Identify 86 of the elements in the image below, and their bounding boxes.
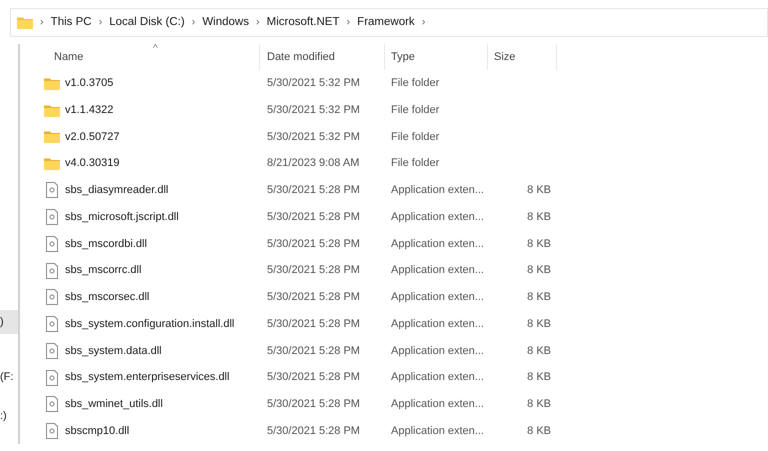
date-modified: 5/30/2021 5:32 PM bbox=[267, 104, 360, 116]
file-name[interactable]: v1.0.3705 bbox=[65, 75, 114, 92]
address-bar[interactable]: › This PC › Local Disk (C:) › Windows › Microsoft.NET › Framework › bbox=[10, 8, 768, 37]
file-name[interactable]: sbs_mscordbi.dll bbox=[65, 236, 147, 252]
chevron-icon: › bbox=[346, 14, 350, 31]
file-size: 8 KB bbox=[527, 371, 551, 384]
file-size: 8 KB bbox=[527, 318, 551, 330]
nav-item[interactable]: :) bbox=[0, 404, 18, 428]
file-size: 8 KB bbox=[527, 210, 551, 223]
breadcrumb-item[interactable]: Windows bbox=[202, 14, 249, 32]
file-size: 8 KB bbox=[527, 291, 551, 304]
date-modified: 5/30/2021 5:32 PM bbox=[267, 130, 360, 143]
file-size: 8 KB bbox=[527, 264, 551, 276]
file-size: 8 KB bbox=[527, 398, 551, 410]
file-name[interactable]: sbs_diasymreader.dll bbox=[65, 182, 168, 199]
breadcrumb-item[interactable]: Microsoft.NET bbox=[266, 14, 340, 32]
file-type: Application exten... bbox=[391, 398, 484, 410]
folder-icon bbox=[44, 157, 60, 170]
file-icon bbox=[46, 182, 58, 198]
file-type: Application exten... bbox=[391, 291, 484, 304]
file-icon bbox=[46, 289, 58, 306]
date-modified: 5/30/2021 5:28 PM bbox=[267, 210, 360, 223]
date-modified: 5/30/2021 5:28 PM bbox=[267, 424, 360, 437]
breadcrumb-item[interactable]: Local Disk (C:) bbox=[109, 14, 185, 32]
chevron-icon: › bbox=[98, 14, 102, 31]
file-size: 8 KB bbox=[527, 424, 551, 437]
file-icon bbox=[46, 370, 58, 386]
folder-icon bbox=[17, 16, 33, 29]
folder-icon bbox=[44, 76, 60, 90]
file-type: Application exten... bbox=[391, 344, 484, 357]
file-name[interactable]: sbs_system.data.dll bbox=[65, 342, 162, 360]
folder-icon bbox=[44, 130, 60, 144]
nav-item[interactable]: (F: bbox=[0, 365, 18, 389]
date-modified: 5/30/2021 5:28 PM bbox=[267, 291, 360, 304]
file-icon bbox=[46, 342, 58, 359]
column-header[interactable]: Size bbox=[488, 44, 557, 70]
file-type: File folder bbox=[391, 130, 440, 143]
file-name[interactable]: sbs_system.configuration.install.dll bbox=[65, 316, 234, 332]
file-size: 8 KB bbox=[527, 238, 551, 250]
file-type: Application exten... bbox=[391, 238, 484, 250]
file-type: Application exten... bbox=[391, 318, 484, 330]
breadcrumb-item[interactable]: Framework bbox=[357, 14, 415, 32]
file-name[interactable]: sbs_wminet_utils.dll bbox=[65, 396, 163, 413]
file-icon bbox=[46, 262, 58, 279]
file-size: 8 KB bbox=[527, 184, 551, 196]
file-icon bbox=[46, 209, 58, 226]
file-name[interactable]: sbs_microsoft.jscript.dll bbox=[65, 208, 179, 226]
file-icon bbox=[46, 316, 58, 332]
file-type: File folder bbox=[391, 104, 440, 116]
date-modified: 5/30/2021 5:32 PM bbox=[267, 77, 360, 90]
file-name[interactable]: sbscmp10.dll bbox=[65, 422, 130, 440]
column-header[interactable]: Date modified bbox=[260, 44, 385, 70]
file-name[interactable]: v1.1.4322 bbox=[65, 102, 114, 118]
file-size: 8 KB bbox=[527, 344, 551, 357]
file-type: File folder bbox=[391, 157, 440, 170]
file-type: File folder bbox=[391, 77, 440, 90]
nav-item[interactable]: ) bbox=[0, 310, 18, 334]
file-name[interactable]: sbs_system.enterpriseservices.dll bbox=[65, 369, 230, 386]
file-name[interactable]: sbs_mscorsec.dll bbox=[65, 289, 150, 306]
file-name[interactable]: v4.0.30319 bbox=[65, 155, 120, 172]
chevron-icon: › bbox=[422, 14, 426, 31]
date-modified: 5/30/2021 5:28 PM bbox=[267, 238, 360, 250]
date-modified: 5/30/2021 5:28 PM bbox=[267, 344, 360, 357]
folder-icon bbox=[44, 104, 60, 117]
file-type: Application exten... bbox=[391, 264, 484, 276]
column-header[interactable]: Type bbox=[385, 44, 488, 70]
date-modified: 8/21/2023 9:08 AM bbox=[267, 157, 360, 170]
sort-indicator: ^ bbox=[153, 42, 158, 56]
chevron-icon: › bbox=[192, 14, 196, 31]
chevron-icon: › bbox=[256, 14, 260, 31]
date-modified: 5/30/2021 5:28 PM bbox=[267, 318, 360, 330]
file-name[interactable]: sbs_mscorrc.dll bbox=[65, 262, 142, 279]
file-icon bbox=[46, 236, 58, 252]
breadcrumb-item[interactable]: This PC bbox=[50, 14, 92, 32]
file-type: Application exten... bbox=[391, 184, 484, 196]
date-modified: 5/30/2021 5:28 PM bbox=[267, 371, 360, 384]
file-icon bbox=[46, 423, 58, 440]
date-modified: 5/30/2021 5:28 PM bbox=[267, 264, 360, 276]
date-modified: 5/30/2021 5:28 PM bbox=[267, 398, 360, 410]
file-type: Application exten... bbox=[391, 424, 484, 437]
file-name[interactable]: v2.0.50727 bbox=[65, 128, 120, 146]
file-type: Application exten... bbox=[391, 210, 484, 223]
file-icon bbox=[46, 396, 58, 412]
chevron-icon: › bbox=[40, 14, 44, 31]
date-modified: 5/30/2021 5:28 PM bbox=[267, 184, 360, 196]
file-type: Application exten... bbox=[391, 371, 484, 384]
